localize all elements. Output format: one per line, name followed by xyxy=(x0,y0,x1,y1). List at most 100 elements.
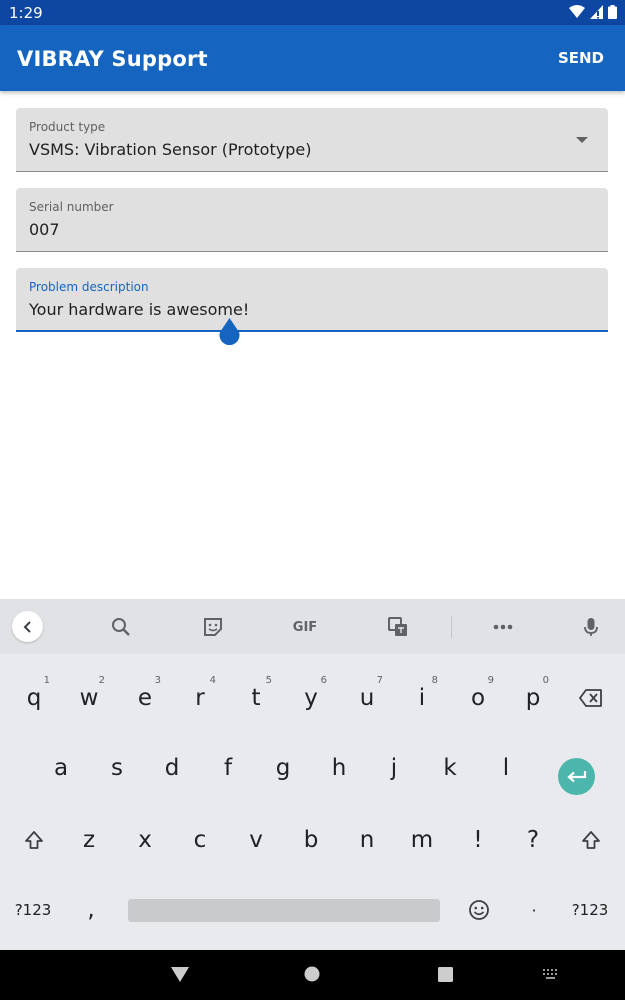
shift-key-left[interactable] xyxy=(9,813,59,867)
problem-description-value: Your hardware is awesome! xyxy=(29,300,250,319)
symbols-key-right[interactable]: ?123 xyxy=(565,883,615,937)
emoji-icon xyxy=(469,900,489,920)
keyboard-more-button[interactable] xyxy=(490,612,516,642)
sticker-icon xyxy=(204,618,222,636)
serial-number-value: 007 xyxy=(29,220,60,239)
key-hint: 5 xyxy=(265,675,272,686)
key-hint: 9 xyxy=(487,675,494,686)
key-v[interactable]: v xyxy=(231,813,281,867)
chevron-left-icon xyxy=(23,620,31,633)
key-hint: 7 xyxy=(376,675,383,686)
key-e[interactable]: e3 xyxy=(120,671,170,725)
problem-description-field[interactable]: Problem description Your hardware is awe… xyxy=(16,268,608,332)
key-f[interactable]: f xyxy=(203,741,253,795)
toolbar-divider xyxy=(451,616,452,638)
key-m[interactable]: m xyxy=(397,813,447,867)
shift-icon xyxy=(25,831,43,849)
emoji-key[interactable] xyxy=(454,883,504,937)
backspace-icon xyxy=(579,689,602,707)
key-l[interactable]: l xyxy=(481,741,531,795)
keyboard-translate-button[interactable] xyxy=(385,612,411,642)
key-label: o xyxy=(470,685,486,711)
key-w[interactable]: w2 xyxy=(64,671,114,725)
key-q[interactable]: q1 xyxy=(9,671,59,725)
product-type-value: VSMS: Vibration Sensor (Prototype) xyxy=(29,140,312,159)
key-b[interactable]: b xyxy=(286,813,336,867)
keyboard-sticker-button[interactable] xyxy=(200,612,226,642)
key-y[interactable]: y6 xyxy=(286,671,336,725)
key-label: e xyxy=(137,685,153,711)
key-label: r xyxy=(195,685,205,711)
translate-icon xyxy=(388,617,407,636)
send-button[interactable]: SEND xyxy=(558,49,604,67)
serial-number-field[interactable]: Serial number 007 xyxy=(16,188,608,252)
key-z[interactable]: z xyxy=(64,813,114,867)
key-k[interactable]: k xyxy=(425,741,475,795)
key-a[interactable]: a xyxy=(36,741,86,795)
key-hint: 1 xyxy=(43,675,50,686)
keyboard-toolbar: GIF xyxy=(0,599,625,654)
key-p[interactable]: p0 xyxy=(508,671,558,725)
search-icon xyxy=(112,618,130,636)
key-label: y xyxy=(304,685,318,711)
key-label: q xyxy=(26,685,42,711)
key-t[interactable]: t5 xyxy=(231,671,281,725)
app-bar: VIBRAY Support SEND xyxy=(0,25,625,91)
key-u[interactable]: u7 xyxy=(342,671,392,725)
shift-icon xyxy=(582,831,600,849)
status-bar: 1:29 xyxy=(0,0,625,25)
key-g[interactable]: g xyxy=(258,741,308,795)
enter-key[interactable] xyxy=(558,758,595,795)
keyboard-mic-button[interactable] xyxy=(578,612,604,642)
key-hint: 8 xyxy=(431,675,438,686)
key-comma[interactable]: , xyxy=(66,883,116,937)
key-hint: 6 xyxy=(320,675,327,686)
keyboard-switch-icon[interactable] xyxy=(543,969,559,980)
key-i[interactable]: i8 xyxy=(397,671,447,725)
system-nav-bar xyxy=(0,950,625,1000)
key-label: u xyxy=(359,685,375,711)
key-label: p xyxy=(525,685,541,711)
key-label: i xyxy=(418,685,426,711)
key-n[interactable]: n xyxy=(342,813,392,867)
back-nav-icon[interactable] xyxy=(171,967,189,982)
text-cursor-handle[interactable] xyxy=(219,318,240,345)
backspace-key[interactable] xyxy=(566,671,616,725)
key-o[interactable]: o9 xyxy=(453,671,503,725)
key-h[interactable]: h xyxy=(314,741,364,795)
space-bar[interactable] xyxy=(128,899,440,922)
keyboard-gif-button[interactable]: GIF xyxy=(287,612,323,642)
key-period[interactable]: · xyxy=(509,883,559,937)
key-question[interactable]: ? xyxy=(508,813,558,867)
key-d[interactable]: d xyxy=(147,741,197,795)
status-time: 1:29 xyxy=(9,4,43,22)
key-c[interactable]: c xyxy=(175,813,225,867)
key-x[interactable]: x xyxy=(120,813,170,867)
key-label: t xyxy=(251,685,261,711)
problem-description-label: Problem description xyxy=(29,280,149,294)
product-type-dropdown[interactable]: Product type VSMS: Vibration Sensor (Pro… xyxy=(16,108,608,172)
signal-icon xyxy=(590,5,603,19)
key-r[interactable]: r4 xyxy=(175,671,225,725)
microphone-icon xyxy=(584,618,598,636)
symbols-key-left[interactable]: ?123 xyxy=(8,883,58,937)
key-j[interactable]: j xyxy=(369,741,419,795)
serial-number-label: Serial number xyxy=(29,200,114,214)
keyboard-back-button[interactable] xyxy=(12,611,43,642)
more-horizontal-icon xyxy=(493,624,513,630)
recents-nav-icon[interactable] xyxy=(438,967,453,982)
home-nav-icon[interactable] xyxy=(304,966,320,982)
key-s[interactable]: s xyxy=(92,741,142,795)
key-exclamation[interactable]: ! xyxy=(453,813,503,867)
enter-icon xyxy=(566,770,586,782)
product-type-label: Product type xyxy=(29,120,106,134)
shift-key-right[interactable] xyxy=(566,813,616,867)
keyboard-search-button[interactable] xyxy=(108,612,134,642)
dropdown-arrow-icon xyxy=(576,137,588,143)
status-icons xyxy=(569,5,617,19)
key-hint: 2 xyxy=(98,675,105,686)
battery-icon xyxy=(608,5,617,19)
key-hint: 0 xyxy=(542,675,549,686)
app-title: VIBRAY Support xyxy=(17,47,208,71)
wifi-icon xyxy=(569,5,585,18)
